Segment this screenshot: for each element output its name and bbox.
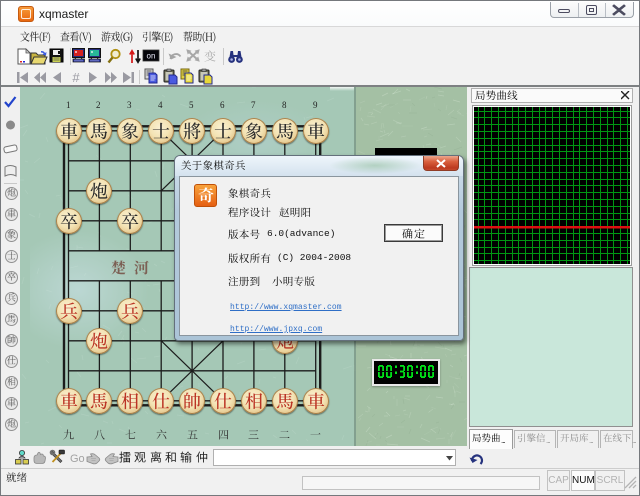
svg-text:Go: Go [70, 453, 85, 465]
